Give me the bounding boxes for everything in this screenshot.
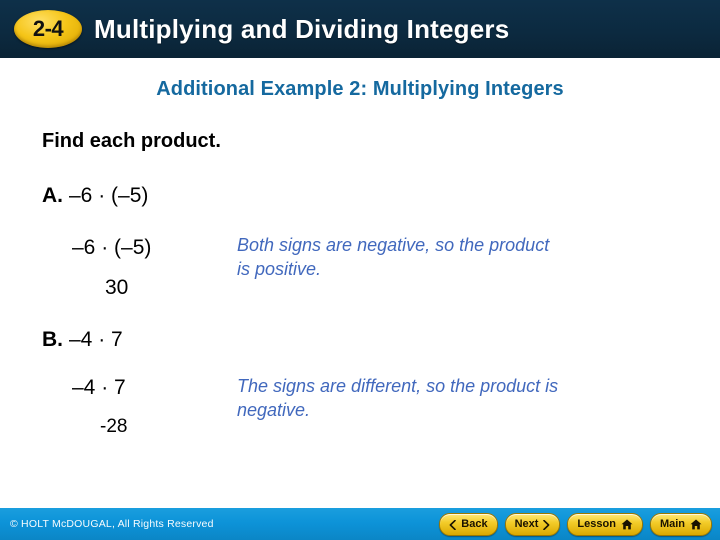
main-button-label: Main (659, 518, 685, 530)
back-button-label: Back (461, 518, 488, 530)
home-icon (621, 519, 633, 530)
page-title: Multiplying and Dividing Integers (94, 13, 510, 44)
navigation-buttons: Back Next Lesson Main (439, 513, 712, 536)
problem-a-explanation: Both signs are negative, so the product … (237, 235, 550, 279)
lesson-number-label: 2-4 (32, 16, 64, 41)
problem-b-letter: B. (42, 328, 63, 351)
problem-a-expression: –6 · (–5) (69, 184, 149, 207)
main-button[interactable]: Main (649, 513, 712, 536)
problem-b-explanation: The signs are different, so the product … (237, 376, 559, 420)
lesson-number-badge: 2-4 (14, 10, 82, 48)
problem-b-work-expression: –4 · 7 (72, 376, 126, 399)
problem-a-answer: 30 (105, 276, 129, 299)
instruction-text: Find each product. (42, 130, 221, 152)
back-button[interactable]: Back (439, 513, 498, 536)
home-icon (690, 519, 702, 530)
example-subtitle: Additional Example 2: Multiplying Intege… (156, 78, 564, 100)
problem-b-statement: B. –4 · 7 (42, 328, 123, 352)
header-bar: 2-4 Multiplying and Dividing Integers (0, 0, 720, 58)
problem-b-expression: –4 · 7 (69, 328, 123, 351)
copyright-notice: © HOLT McDOUGAL, All Rights Reserved (10, 518, 214, 530)
problem-a-work-expression: –6 · (–5) (72, 236, 152, 259)
lesson-button[interactable]: Lesson (567, 513, 643, 536)
problem-a-letter: A. (42, 184, 63, 207)
slide-content: Additional Example 2: Multiplying Intege… (0, 58, 720, 508)
problem-a-statement: A. –6 · (–5) (42, 184, 148, 208)
next-button[interactable]: Next (504, 513, 561, 536)
next-button-label: Next (514, 518, 539, 530)
chevron-right-icon (543, 519, 550, 530)
problem-b-answer: -28 (100, 416, 128, 437)
chevron-left-icon (449, 519, 457, 530)
footer-bar: © HOLT McDOUGAL, All Rights Reserved Bac… (0, 508, 720, 540)
lesson-button-label: Lesson (577, 518, 616, 530)
